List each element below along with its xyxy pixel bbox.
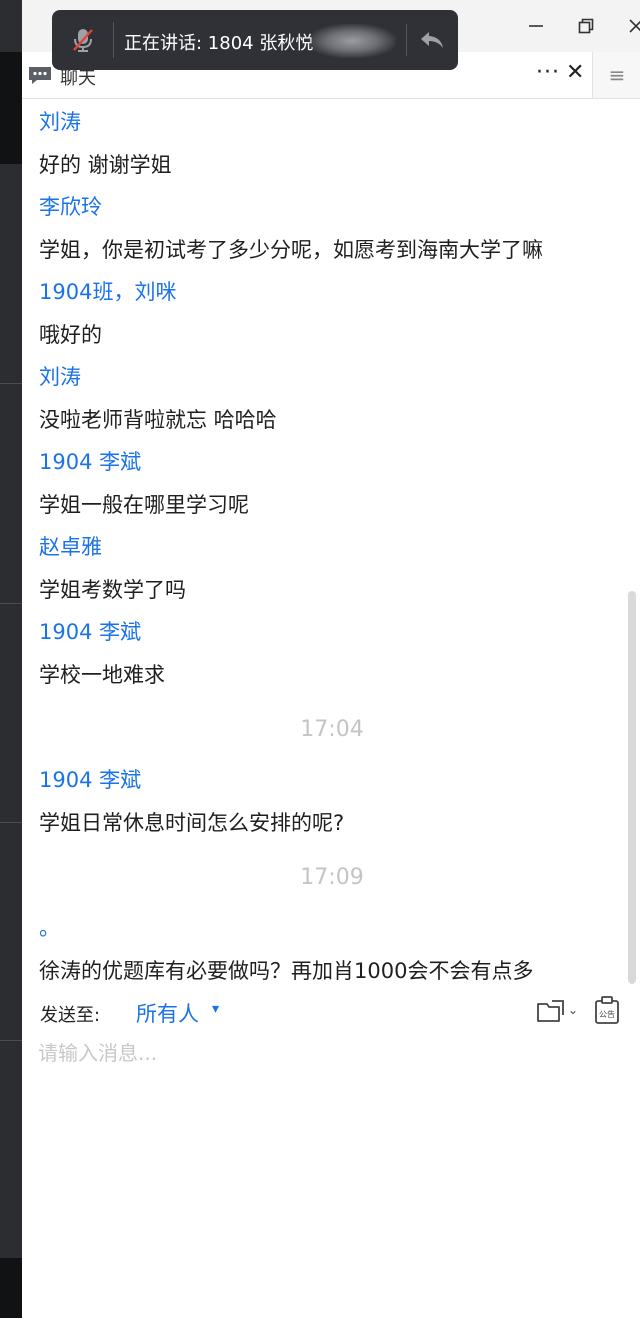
divider bbox=[406, 24, 407, 56]
message-sender[interactable]: 赵卓雅 bbox=[39, 531, 102, 561]
more-options-button[interactable]: ··· bbox=[536, 60, 560, 85]
left-panel-divider bbox=[0, 383, 22, 384]
message-sender[interactable]: 1904 李斌 bbox=[39, 616, 141, 646]
recipient-select[interactable]: 所有人 bbox=[136, 998, 199, 1028]
restore-icon bbox=[578, 18, 594, 34]
message-sender[interactable]: 。 bbox=[39, 912, 60, 942]
timestamp: 17:09 bbox=[300, 865, 364, 890]
announcement-icon[interactable]: 公告 bbox=[593, 995, 621, 1025]
minimize-button[interactable] bbox=[516, 8, 556, 44]
menu-button[interactable]: ≡ bbox=[592, 52, 640, 98]
window-close-button[interactable] bbox=[616, 8, 640, 44]
message-sender[interactable]: 刘涛 bbox=[39, 106, 81, 136]
speaking-text: 正在讲话: 1804 张秋悦 bbox=[124, 33, 314, 54]
message-sender[interactable]: 刘涛 bbox=[39, 361, 81, 391]
message-sender[interactable]: 1904班，刘咪 bbox=[39, 276, 176, 306]
minimize-icon bbox=[529, 25, 543, 27]
blurred-name bbox=[308, 24, 396, 58]
message-text: 好的 谢谢学姐 bbox=[39, 152, 172, 177]
menu-icon: ≡ bbox=[608, 63, 626, 87]
chevron-down-icon[interactable]: ⌄ bbox=[568, 1003, 578, 1017]
message-list[interactable]: 刘涛 好的 谢谢学姐 李欣玲 学姐，你是初试考了多少分呢，如愿考到海南大学了嘛 1904… bbox=[22, 99, 640, 985]
message-text: 哦好的 bbox=[39, 322, 102, 347]
message-text: 徐涛的优题库有必要做吗？再加肖1000会不会有点多 bbox=[39, 958, 534, 983]
chevron-down-icon[interactable]: ▾ bbox=[212, 1001, 219, 1017]
message-text: 学姐一般在哪里学习呢 bbox=[39, 492, 249, 517]
message-sender[interactable]: 1904 李斌 bbox=[39, 764, 141, 794]
left-panel-block bbox=[0, 1258, 22, 1318]
message-sender[interactable]: 1904 李斌 bbox=[39, 446, 141, 476]
folder-icon[interactable] bbox=[536, 999, 566, 1025]
notice-label: 公告 bbox=[599, 1009, 615, 1019]
close-icon bbox=[629, 19, 640, 33]
timestamp: 17:04 bbox=[300, 717, 364, 742]
restore-button[interactable] bbox=[566, 8, 606, 44]
message-text: 学校一地难求 bbox=[39, 662, 165, 687]
chat-icon bbox=[29, 67, 51, 84]
message-text: 没啦老师背啦就忘 哈哈哈 bbox=[39, 407, 277, 432]
left-panel-divider bbox=[0, 603, 22, 604]
speaking-indicator: 正在讲话: 1804 张秋悦 bbox=[52, 10, 458, 70]
scrollbar[interactable] bbox=[628, 591, 636, 984]
reply-icon[interactable] bbox=[418, 28, 446, 52]
send-to-label: 发送至: bbox=[40, 1005, 101, 1026]
divider bbox=[113, 22, 114, 58]
chat-close-button[interactable]: ✕ bbox=[566, 60, 584, 85]
composer: 发送至: 所有人 ▾ ⌄ 公告 bbox=[22, 985, 640, 1318]
message-text: 学姐，你是初试考了多少分呢，如愿考到海南大学了嘛 bbox=[39, 237, 543, 262]
mic-muted-icon[interactable] bbox=[70, 26, 96, 54]
message-text: 学姐日常休息时间怎么安排的呢? bbox=[39, 810, 345, 835]
message-input[interactable] bbox=[38, 1037, 628, 1307]
message-text: 学姐考数学了吗 bbox=[39, 577, 186, 602]
left-panel-block bbox=[0, 52, 22, 164]
message-sender[interactable]: 李欣玲 bbox=[39, 191, 102, 221]
left-panel-divider bbox=[0, 822, 22, 823]
left-panel-edge bbox=[0, 0, 22, 1318]
left-panel-divider bbox=[0, 1040, 22, 1041]
